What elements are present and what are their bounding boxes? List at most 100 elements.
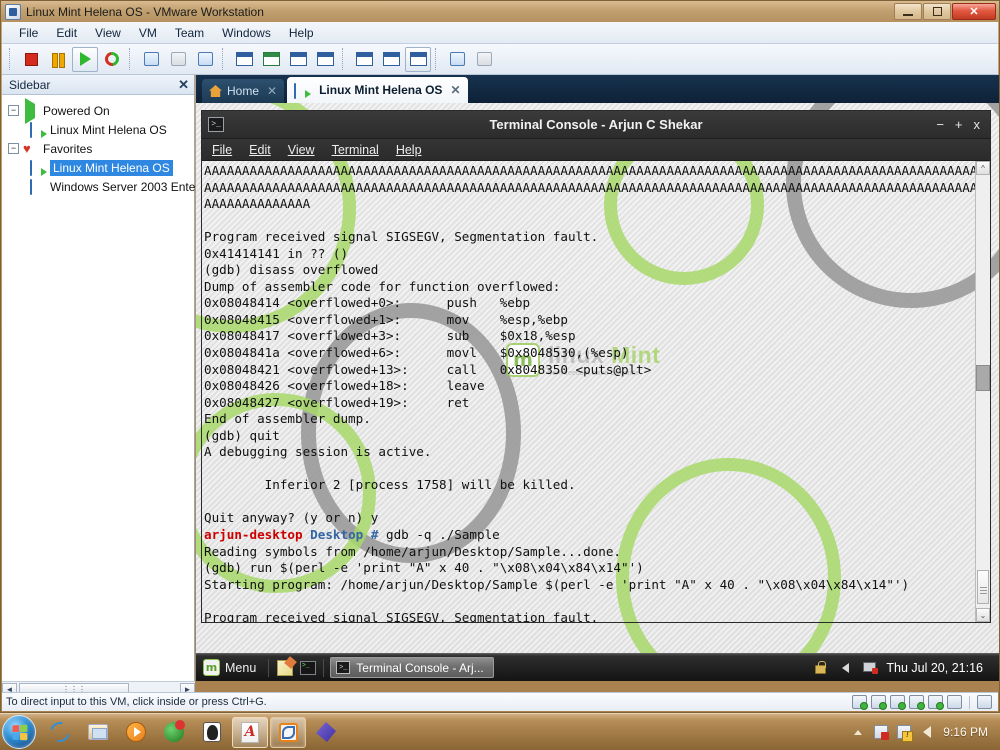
terminal-title-bar: >_ Terminal Console - Arjun C Shekar − +…	[202, 111, 990, 139]
thumbnail-view-icon[interactable]	[378, 47, 404, 72]
terminal-prompt-dir: Desktop	[310, 527, 364, 543]
play-icon[interactable]	[72, 46, 98, 72]
terminal-menu-terminal[interactable]: Terminal	[332, 143, 379, 157]
cd-drive-icon[interactable]	[852, 695, 868, 710]
taskbar-internet-explorer[interactable]	[42, 717, 78, 748]
terminal-menu-file[interactable]: File	[212, 143, 232, 157]
taskbar-vmware-workstation[interactable]	[270, 716, 306, 748]
terminal-icon[interactable]	[298, 658, 317, 677]
vmware-sidebar: Sidebar ✕ − Powered On Linux Mint Helena…	[2, 75, 195, 681]
preferences-icon[interactable]	[351, 47, 377, 72]
hard-disk-icon[interactable]	[871, 695, 887, 710]
terminal-line: (gdb) disass overflowed	[204, 262, 379, 278]
expander-icon[interactable]: −	[8, 143, 19, 154]
maximize-button[interactable]: +	[955, 118, 963, 131]
sidebar-item-linux-mint-favorite[interactable]: Linux Mint Helena OS	[2, 158, 194, 177]
menu-help[interactable]: Help	[280, 23, 323, 43]
tab-linux-mint-helena-os[interactable]: Linux Mint Helena OS ✕	[287, 77, 468, 103]
pause-icon[interactable]	[45, 47, 71, 72]
floppy-icon[interactable]	[890, 695, 906, 710]
scroll-up-icon[interactable]: ^	[976, 161, 990, 175]
usb-device-icon[interactable]	[947, 695, 962, 709]
tab-label: Home	[227, 84, 260, 98]
terminal-output[interactable]: AAAAAAAAAAAAAAAAAAAAAAAAAAAAAAAAAAAAAAAA…	[202, 161, 975, 622]
taskbar-tux-app[interactable]	[194, 717, 230, 748]
connect-device-icon[interactable]	[444, 47, 470, 72]
close-icon[interactable]: ✕	[450, 83, 460, 97]
network-adapter-icon[interactable]	[909, 695, 925, 710]
menu-edit[interactable]: Edit	[47, 23, 86, 43]
vm-console-screen[interactable]: m linux Mint from freedom came elegance …	[196, 103, 999, 681]
taskbar-mozilla[interactable]	[156, 717, 192, 748]
unity-icon[interactable]	[285, 47, 311, 72]
close-icon[interactable]: ✕	[267, 84, 277, 98]
terminal-console-window[interactable]: >_ Terminal Console - Arjun C Shekar − +…	[201, 110, 991, 623]
menu-team[interactable]: Team	[166, 23, 213, 43]
text-editor-icon[interactable]	[275, 658, 294, 677]
terminal-scrollbar[interactable]: ^ ⌄	[975, 161, 990, 622]
action-center-flag-icon[interactable]	[872, 724, 889, 741]
scrollbar-track[interactable]	[976, 175, 990, 608]
terminal-line: End of assembler dump.	[204, 411, 371, 427]
fullscreen-icon[interactable]	[258, 47, 284, 72]
linux-mint-desktop[interactable]: m linux Mint from freedom came elegance …	[196, 103, 999, 681]
show-sidebar-icon[interactable]	[231, 47, 257, 72]
sidebar-item-windows-server-2003[interactable]: Windows Server 2003 Ente	[2, 177, 195, 196]
sound-card-icon[interactable]	[928, 695, 944, 710]
reset-icon[interactable]	[99, 47, 125, 72]
disconnect-device-icon[interactable]	[471, 47, 497, 72]
terminal-line: 0x41414141 in ?? ()	[204, 245, 349, 261]
menu-view[interactable]: View	[86, 23, 130, 43]
close-icon[interactable]: ✕	[178, 77, 189, 93]
minimize-button[interactable]: −	[936, 118, 944, 131]
network-warning-icon[interactable]	[895, 724, 913, 742]
snapshot-status-icon[interactable]	[977, 695, 992, 709]
console-view-icon[interactable]	[405, 46, 431, 72]
power-off-icon[interactable]	[18, 47, 44, 72]
maximize-button[interactable]	[923, 3, 951, 20]
taskbar-leaf-app[interactable]	[308, 717, 344, 748]
scrollbar-handle[interactable]	[977, 570, 989, 604]
scrollbar-thumb[interactable]	[976, 365, 990, 391]
status-message: To direct input to this VM, click inside…	[6, 696, 267, 708]
tab-home[interactable]: Home ✕	[202, 79, 285, 103]
mint-menu-button[interactable]: m Menu	[200, 657, 262, 678]
vmware-toolbar	[2, 44, 998, 75]
snapshot-take-icon[interactable]	[138, 47, 164, 72]
terminal-window-controls: − + x	[936, 118, 990, 131]
volume-icon[interactable]	[836, 659, 854, 677]
terminal-line: 0x08048414 <overflowed+0>: push %ebp	[204, 295, 531, 311]
menu-vm[interactable]: VM	[130, 23, 166, 43]
terminal-menu-view[interactable]: View	[288, 143, 315, 157]
scroll-down-icon[interactable]: ⌄	[976, 608, 990, 622]
windows-start-orb-icon[interactable]	[2, 715, 36, 749]
windows-clock[interactable]: 9:16 PM	[941, 725, 992, 739]
taskbar-windows-explorer[interactable]	[80, 717, 116, 748]
show-hidden-icons-icon[interactable]	[849, 724, 866, 741]
expander-icon[interactable]: −	[8, 105, 19, 116]
taskbar-separator	[268, 658, 270, 677]
snapshot-revert-icon[interactable]	[165, 47, 191, 72]
close-button[interactable]: x	[974, 118, 981, 131]
terminal-line: 0x08048417 <overflowed+3>: sub $0x18,%es…	[204, 328, 576, 344]
snapshot-manager-icon[interactable]	[192, 47, 218, 72]
lock-keyring-icon[interactable]	[811, 659, 829, 677]
taskbar-adobe-reader[interactable]: A	[232, 716, 268, 748]
multiple-monitors-icon[interactable]	[312, 47, 338, 72]
minimize-button[interactable]	[894, 3, 922, 20]
sidebar-group-favorites[interactable]: − ♥ Favorites	[2, 139, 194, 158]
terminal-menu-help[interactable]: Help	[396, 143, 422, 157]
close-button[interactable]: ✕	[952, 3, 996, 20]
mint-clock[interactable]: Thu Jul 20, 21:16	[886, 661, 989, 675]
menu-file[interactable]: File	[10, 23, 47, 43]
terminal-line: 0x08048415 <overflowed+1>: mov %esp,%ebp	[204, 311, 568, 327]
terminal-menu-edit[interactable]: Edit	[249, 143, 271, 157]
taskbar-window-terminal-console[interactable]: >_ Terminal Console - Arj...	[330, 657, 494, 678]
taskbar-windows-media-player[interactable]	[118, 717, 154, 748]
sidebar-group-powered-on[interactable]: − Powered On	[2, 97, 194, 124]
sidebar-item-linux-mint-powered[interactable]: Linux Mint Helena OS	[2, 120, 194, 139]
volume-icon[interactable]	[918, 724, 935, 741]
toolbar-grip	[129, 48, 134, 70]
network-disconnected-icon[interactable]	[861, 659, 879, 677]
menu-windows[interactable]: Windows	[213, 23, 280, 43]
